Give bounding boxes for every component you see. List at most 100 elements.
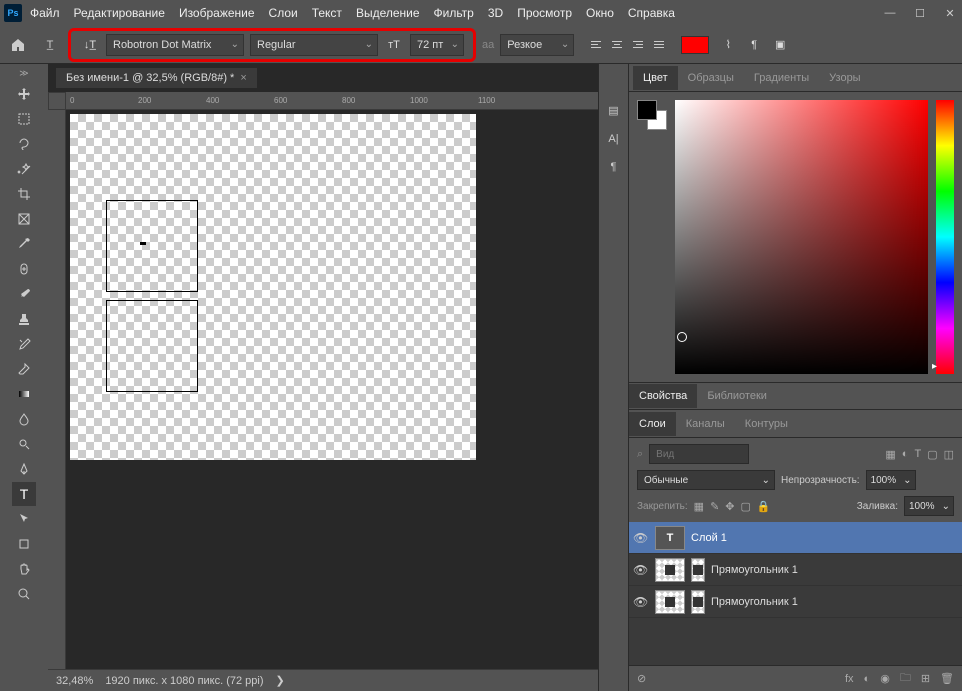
status-arrow-icon[interactable]: ❯ — [276, 674, 285, 687]
canvas-viewport[interactable] — [66, 110, 598, 669]
move-tool[interactable] — [12, 82, 36, 106]
menu-select[interactable]: Выделение — [356, 6, 420, 20]
layer-row[interactable]: 👁 T Слой 1 — [629, 522, 962, 554]
tool-preset[interactable]: T̲ — [36, 31, 64, 59]
tab-color[interactable]: Цвет — [633, 66, 678, 90]
layer-visibility-icon[interactable]: 👁 — [633, 531, 649, 545]
group-icon[interactable]: 🗀 — [900, 669, 911, 688]
text-orientation-icon[interactable]: ↓T̲ — [79, 34, 101, 56]
toolbox-collapse-icon[interactable]: ≫ — [19, 68, 28, 79]
magic-wand-tool[interactable] — [12, 157, 36, 181]
tab-patterns[interactable]: Узоры — [819, 66, 870, 90]
fx-icon[interactable]: fx — [845, 673, 854, 685]
histogram-icon[interactable]: ▤ — [608, 104, 618, 117]
pen-tool[interactable] — [12, 457, 36, 481]
character-icon[interactable]: A| — [608, 133, 618, 145]
eyedropper-tool[interactable] — [12, 232, 36, 256]
stamp-tool[interactable] — [12, 307, 36, 331]
frame-tool[interactable] — [12, 207, 36, 231]
ruler-vertical[interactable] — [48, 110, 66, 669]
lock-artboard-icon[interactable]: ▢ — [741, 500, 751, 513]
layer-thumbnail[interactable]: T — [655, 526, 685, 550]
layer-row[interactable]: 👁 Прямоугольник 1 — [629, 554, 962, 586]
font-size-dropdown[interactable]: 72 пт — [410, 34, 464, 56]
home-button[interactable] — [4, 31, 32, 59]
fill-input[interactable]: 100% — [904, 496, 954, 516]
delete-layer-icon[interactable]: 🗑 — [940, 672, 954, 685]
font-style-dropdown[interactable]: Regular — [250, 34, 378, 56]
gradient-tool[interactable] — [12, 382, 36, 406]
history-brush-tool[interactable] — [12, 332, 36, 356]
tab-libraries[interactable]: Библиотеки — [697, 384, 777, 408]
brush-tool[interactable] — [12, 282, 36, 306]
menu-3d[interactable]: 3D — [488, 6, 503, 20]
zoom-level[interactable]: 32,48% — [56, 675, 93, 687]
canvas[interactable] — [70, 114, 476, 460]
layer-filter-input[interactable] — [649, 444, 749, 464]
menu-file[interactable]: Файл — [30, 6, 60, 20]
fg-bg-swatches[interactable] — [637, 100, 667, 374]
tab-paths[interactable]: Контуры — [735, 412, 798, 436]
paragraph-icon[interactable]: ¶ — [611, 161, 617, 173]
minimize-button[interactable]: — — [882, 5, 898, 21]
maximize-button[interactable]: ☐ — [912, 5, 928, 21]
tab-channels[interactable]: Каналы — [676, 412, 735, 436]
menu-view[interactable]: Просмотр — [517, 6, 572, 20]
character-panel-icon[interactable]: ¶ — [743, 34, 765, 56]
layer-name[interactable]: Прямоугольник 1 — [711, 564, 798, 576]
type-tool[interactable]: T — [12, 482, 36, 506]
align-center-button[interactable] — [607, 35, 627, 55]
filter-shape-icon[interactable]: ▢ — [927, 448, 937, 461]
layer-thumbnail[interactable] — [655, 558, 685, 582]
filter-smart-icon[interactable]: ◫ — [944, 448, 954, 461]
filter-pixel-icon[interactable]: ▦ — [885, 448, 895, 461]
layer-thumbnail[interactable] — [655, 590, 685, 614]
antialias-dropdown[interactable]: Резкое — [500, 34, 574, 56]
new-layer-icon[interactable]: ⊞ — [921, 672, 930, 685]
filter-type-icon[interactable]: T — [914, 448, 921, 461]
layer-name[interactable]: Прямоугольник 1 — [711, 596, 798, 608]
align-left-button[interactable] — [586, 35, 606, 55]
adjustment-icon[interactable]: ◉ — [880, 672, 890, 685]
tab-gradients[interactable]: Градиенты — [744, 66, 819, 90]
layer-row[interactable]: 👁 Прямоугольник 1 — [629, 586, 962, 618]
dodge-tool[interactable] — [12, 432, 36, 456]
layer-name[interactable]: Слой 1 — [691, 532, 727, 544]
menu-text[interactable]: Текст — [312, 6, 342, 20]
menu-filter[interactable]: Фильтр — [434, 6, 474, 20]
color-field[interactable] — [675, 100, 928, 374]
zoom-tool[interactable] — [12, 582, 36, 606]
layer-mask-thumbnail[interactable] — [691, 590, 705, 614]
document-tab-close-icon[interactable]: × — [240, 72, 246, 84]
lock-pixels-icon[interactable]: ✎ — [710, 500, 719, 513]
lock-position-icon[interactable]: ✥ — [725, 500, 734, 513]
lock-all-icon[interactable]: 🔒 — [757, 500, 771, 513]
rectangle-2[interactable] — [106, 300, 198, 392]
shape-tool[interactable] — [12, 532, 36, 556]
menu-window[interactable]: Окно — [586, 6, 614, 20]
3d-icon[interactable]: ▣ — [769, 34, 791, 56]
menu-help[interactable]: Справка — [628, 6, 675, 20]
rectangle-1[interactable] — [106, 200, 198, 292]
filter-adjust-icon[interactable]: ◐ — [902, 448, 909, 461]
tab-properties[interactable]: Свойства — [629, 384, 697, 408]
blend-mode-dropdown[interactable]: Обычные — [637, 470, 775, 490]
menu-image[interactable]: Изображение — [179, 6, 255, 20]
menu-layers[interactable]: Слои — [269, 6, 298, 20]
marquee-tool[interactable] — [12, 107, 36, 131]
lock-transparency-icon[interactable]: ▦ — [694, 500, 704, 513]
foreground-swatch[interactable] — [637, 100, 657, 120]
text-color-swatch[interactable] — [681, 36, 709, 54]
doc-info[interactable]: 1920 пикс. x 1080 пикс. (72 ppi) — [105, 675, 263, 687]
layer-visibility-icon[interactable]: 👁 — [633, 563, 649, 577]
warp-text-icon[interactable]: ⌇ — [717, 34, 739, 56]
hand-tool[interactable] — [12, 557, 36, 581]
close-button[interactable]: ✕ — [942, 5, 958, 21]
layer-mask-thumbnail[interactable] — [691, 558, 705, 582]
layer-visibility-icon[interactable]: 👁 — [633, 595, 649, 609]
align-right-button[interactable] — [628, 35, 648, 55]
tab-swatches[interactable]: Образцы — [678, 66, 744, 90]
tab-layers[interactable]: Слои — [629, 412, 676, 436]
eraser-tool[interactable] — [12, 357, 36, 381]
link-layers-icon[interactable]: ⊘ — [637, 672, 646, 685]
